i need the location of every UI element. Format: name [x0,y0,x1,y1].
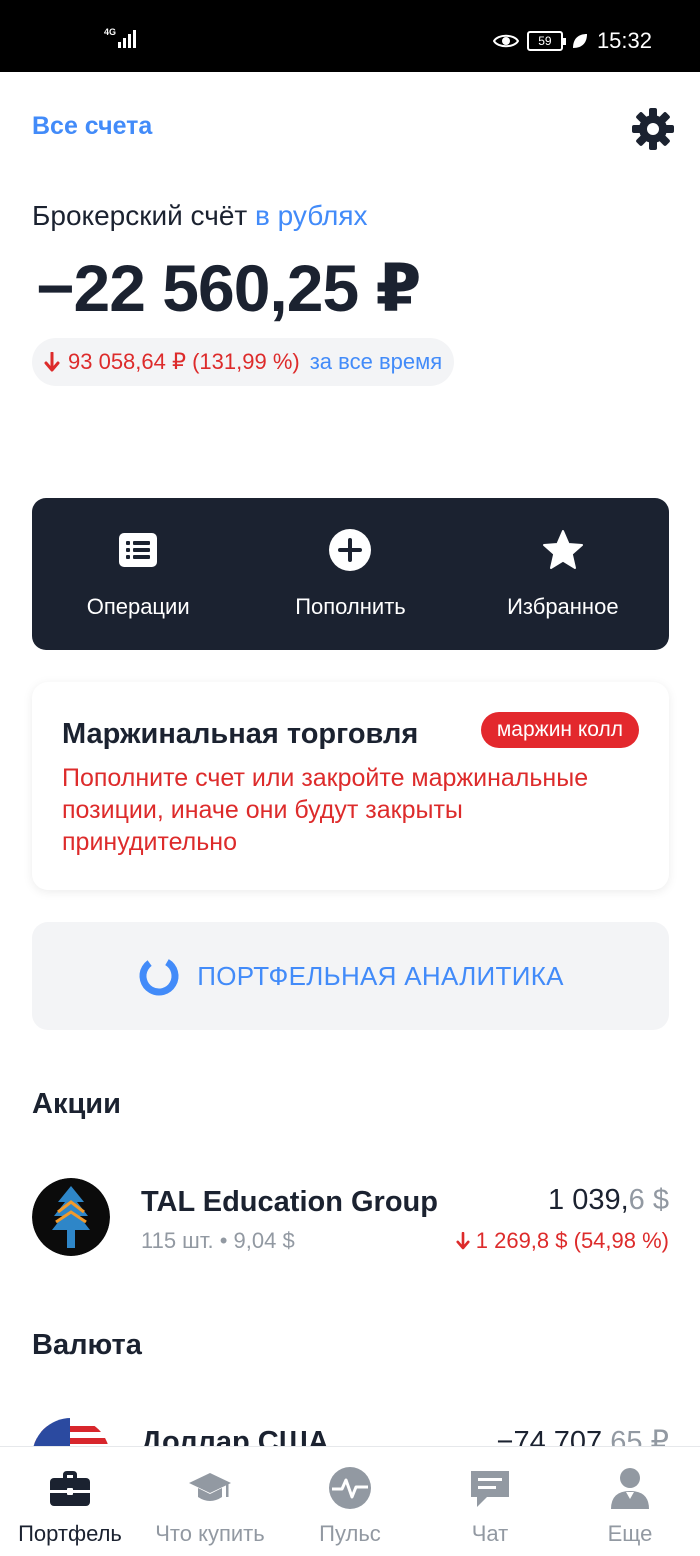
tab-label: Еще [607,1521,653,1546]
leaf-icon [572,34,587,48]
tab-portfolio[interactable]: Портфель [0,1447,140,1556]
asset-value: 1 039,6 $ [548,1184,669,1217]
bottom-tab-bar: Портфель Что купить Пульс Чат Еще [0,1446,700,1556]
currency-selector[interactable]: в рублях [255,200,368,231]
operations-button[interactable]: Операции [32,498,244,650]
chat-icon [471,1471,509,1507]
asset-change: 1 269,8 $ (54,98 %) [456,1228,669,1254]
battery-icon: 59 [526,31,566,51]
tab-more[interactable]: Еще [560,1447,700,1556]
battery-level: 59 [538,34,552,48]
list-icon [119,533,158,567]
action-panel: Операции Пополнить Избранное [32,498,669,650]
briefcase-icon [50,1471,90,1506]
total-change-pill[interactable]: 93 058,64 ₽ (131,99 %) за все время [32,338,455,386]
network-type: 4G [104,27,117,37]
tab-label: Что купить [155,1521,265,1546]
asset-value-fraction: 6 $ [628,1184,669,1216]
star-icon [542,530,583,569]
favorites-label: Избранное [507,594,619,619]
tab-what-to-buy[interactable]: Что купить [140,1447,280,1556]
gear-icon [632,108,674,150]
clock: 15:32 [596,28,652,53]
portfolio-analytics-button[interactable]: ПОРТФЕЛЬНАЯ АНАЛИТИКА [32,922,669,1030]
account-title: Брокерский счёт в рублях [32,200,368,232]
asset-name: TAL Education Group [141,1186,438,1218]
arrow-down-icon [456,1231,470,1250]
tab-label: Пульс [319,1521,381,1546]
arrow-down-icon [44,352,60,372]
top-up-label: Пополнить [295,594,406,619]
margin-trading-card[interactable]: Маржинальная торговля маржин колл Пополн… [32,682,669,890]
currency-section-title: Валюта [32,1329,142,1361]
tab-chat[interactable]: Чат [420,1447,560,1556]
tal-logo [32,1178,110,1256]
operations-label: Операции [86,594,190,619]
top-up-button[interactable]: Пополнить [244,498,456,650]
all-accounts-link[interactable]: Все счета [32,112,152,141]
account-type: Брокерский счёт [32,200,248,231]
pulse-icon [329,1467,371,1509]
stocks-section-title: Акции [32,1088,121,1120]
account-balance: −22 560,25 ₽ [36,251,421,325]
asset-value-main: 1 039, [548,1184,629,1216]
tab-pulse[interactable]: Пульс [280,1447,420,1556]
favorites-button[interactable]: Избранное [457,498,669,650]
margin-card-title: Маржинальная торговля [62,718,419,750]
tab-label: Портфель [18,1521,122,1546]
profile-icon [611,1468,649,1509]
total-change-value: 93 058,64 ₽ (131,99 %) [68,349,300,374]
margin-warning-message: Пополните счет или закройте маржинальные… [62,764,589,856]
asset-change-value: 1 269,8 $ (54,98 %) [475,1228,669,1253]
analytics-ring-icon [139,956,179,996]
plus-circle-icon [329,529,372,571]
graduation-cap-icon [189,1473,231,1501]
signal-icon: 4G [104,27,136,48]
tab-label: Чат [471,1521,509,1546]
asset-row-tal[interactable]: TAL Education Group 115 шт. • 9,04 $ 1 0… [32,1178,669,1258]
change-period: за все время [309,349,443,374]
eye-icon [492,34,519,48]
asset-quantity-price: 115 шт. • 9,04 $ [141,1228,295,1253]
portfolio-analytics-label: ПОРТФЕЛЬНАЯ АНАЛИТИКА [197,960,564,991]
status-bar: 4G 59 15:32 [0,0,700,72]
margin-call-badge: маржин колл [480,712,639,748]
settings-button[interactable] [630,106,676,152]
